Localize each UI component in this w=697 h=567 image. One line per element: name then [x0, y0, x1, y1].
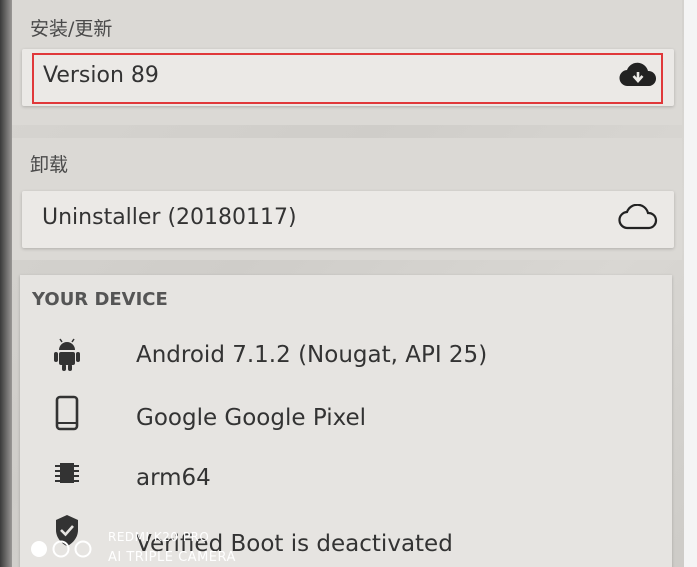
watermark-dots-icon — [31, 540, 92, 558]
phone-bezel — [0, 0, 12, 567]
photo-of-phone-screen: 安装/更新 Version 89 卸载 Uninstaller (2018011… — [0, 0, 697, 567]
uninstaller-label: Uninstaller (20180117) — [42, 205, 297, 230]
chip-icon — [55, 463, 79, 483]
device-model: Google Google Pixel — [136, 405, 367, 431]
uninstaller-item[interactable]: Uninstaller (20180117) — [22, 191, 674, 248]
red-highlight-box — [32, 53, 663, 104]
uninstall-section-title: 卸载 — [30, 154, 69, 176]
phone-icon — [55, 395, 79, 431]
page-margin — [684, 0, 697, 567]
device-architecture: arm64 — [136, 465, 211, 491]
watermark-camera: AI TRIPLE CAMERA — [108, 550, 236, 565]
android-icon — [54, 338, 80, 371]
your-device-card: YOUR DEVICE Android 7.1.2 (Nougat, API 2… — [20, 275, 672, 567]
your-device-title: YOUR DEVICE — [32, 289, 168, 310]
uninstall-section: 卸载 Uninstaller (20180117) — [12, 138, 682, 260]
watermark-model: REDMI K20 PRO — [108, 530, 210, 544]
cloud-icon[interactable] — [618, 204, 658, 232]
install-section-title: 安装/更新 — [30, 18, 113, 40]
device-android-version: Android 7.1.2 (Nougat, API 25) — [136, 342, 488, 368]
